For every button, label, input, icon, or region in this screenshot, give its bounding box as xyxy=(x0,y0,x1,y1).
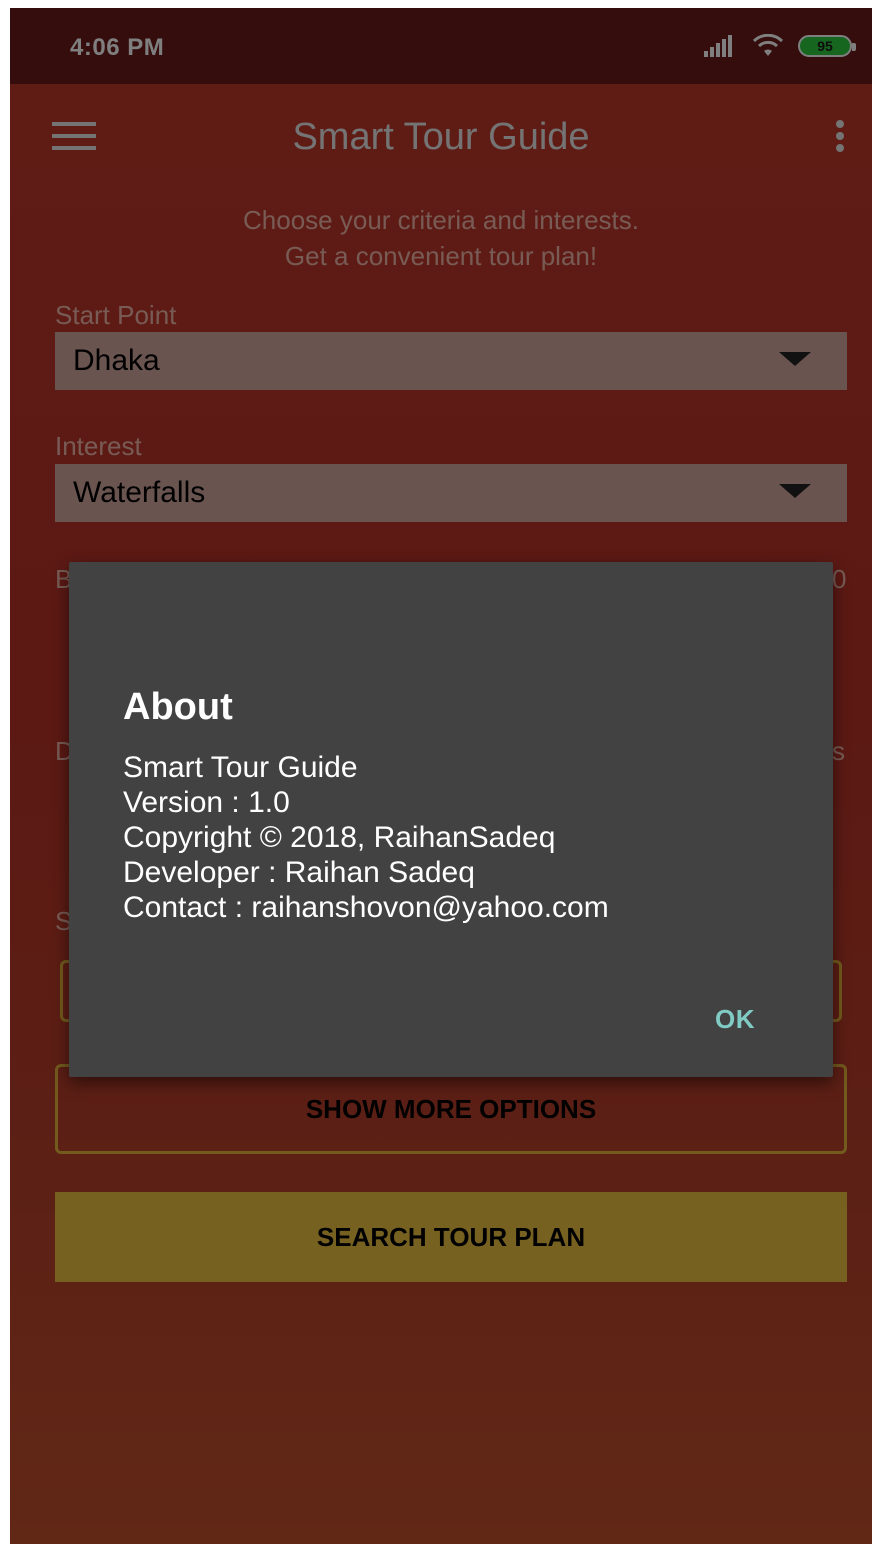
phone-screen: 4:06 PM 95 Smart Tour Guid xyxy=(10,8,872,1544)
dialog-ok-button[interactable]: OK xyxy=(715,1004,755,1035)
dialog-title: About xyxy=(123,686,233,728)
dialog-version: Version : 1.0 xyxy=(123,786,290,819)
dialog-body: Smart Tour Guide Version : 1.0 Copyright… xyxy=(123,750,609,925)
dialog-copyright: Copyright © 2018, RaihanSadeq xyxy=(123,821,556,854)
dialog-developer: Developer : Raihan Sadeq xyxy=(123,856,475,889)
dialog-contact: Contact : raihanshovon@yahoo.com xyxy=(123,891,609,924)
dialog-app-name: Smart Tour Guide xyxy=(123,751,358,784)
about-dialog: About Smart Tour Guide Version : 1.0 Cop… xyxy=(69,562,833,1077)
